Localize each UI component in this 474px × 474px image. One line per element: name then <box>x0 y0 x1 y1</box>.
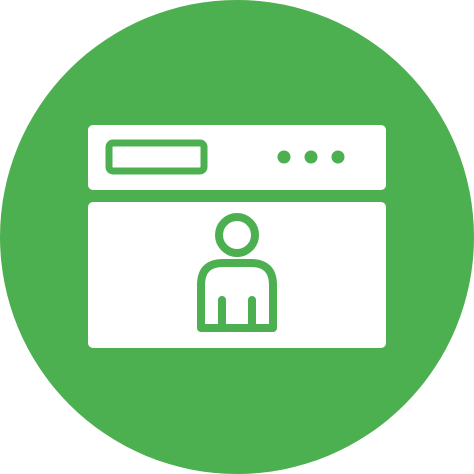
window-dot-3 <box>331 150 345 164</box>
browser-window <box>88 125 386 348</box>
window-dot-2 <box>304 150 318 164</box>
icon-canvas <box>0 0 474 474</box>
browser-user-profile-icon <box>0 0 474 474</box>
window-dot-1 <box>277 150 291 164</box>
